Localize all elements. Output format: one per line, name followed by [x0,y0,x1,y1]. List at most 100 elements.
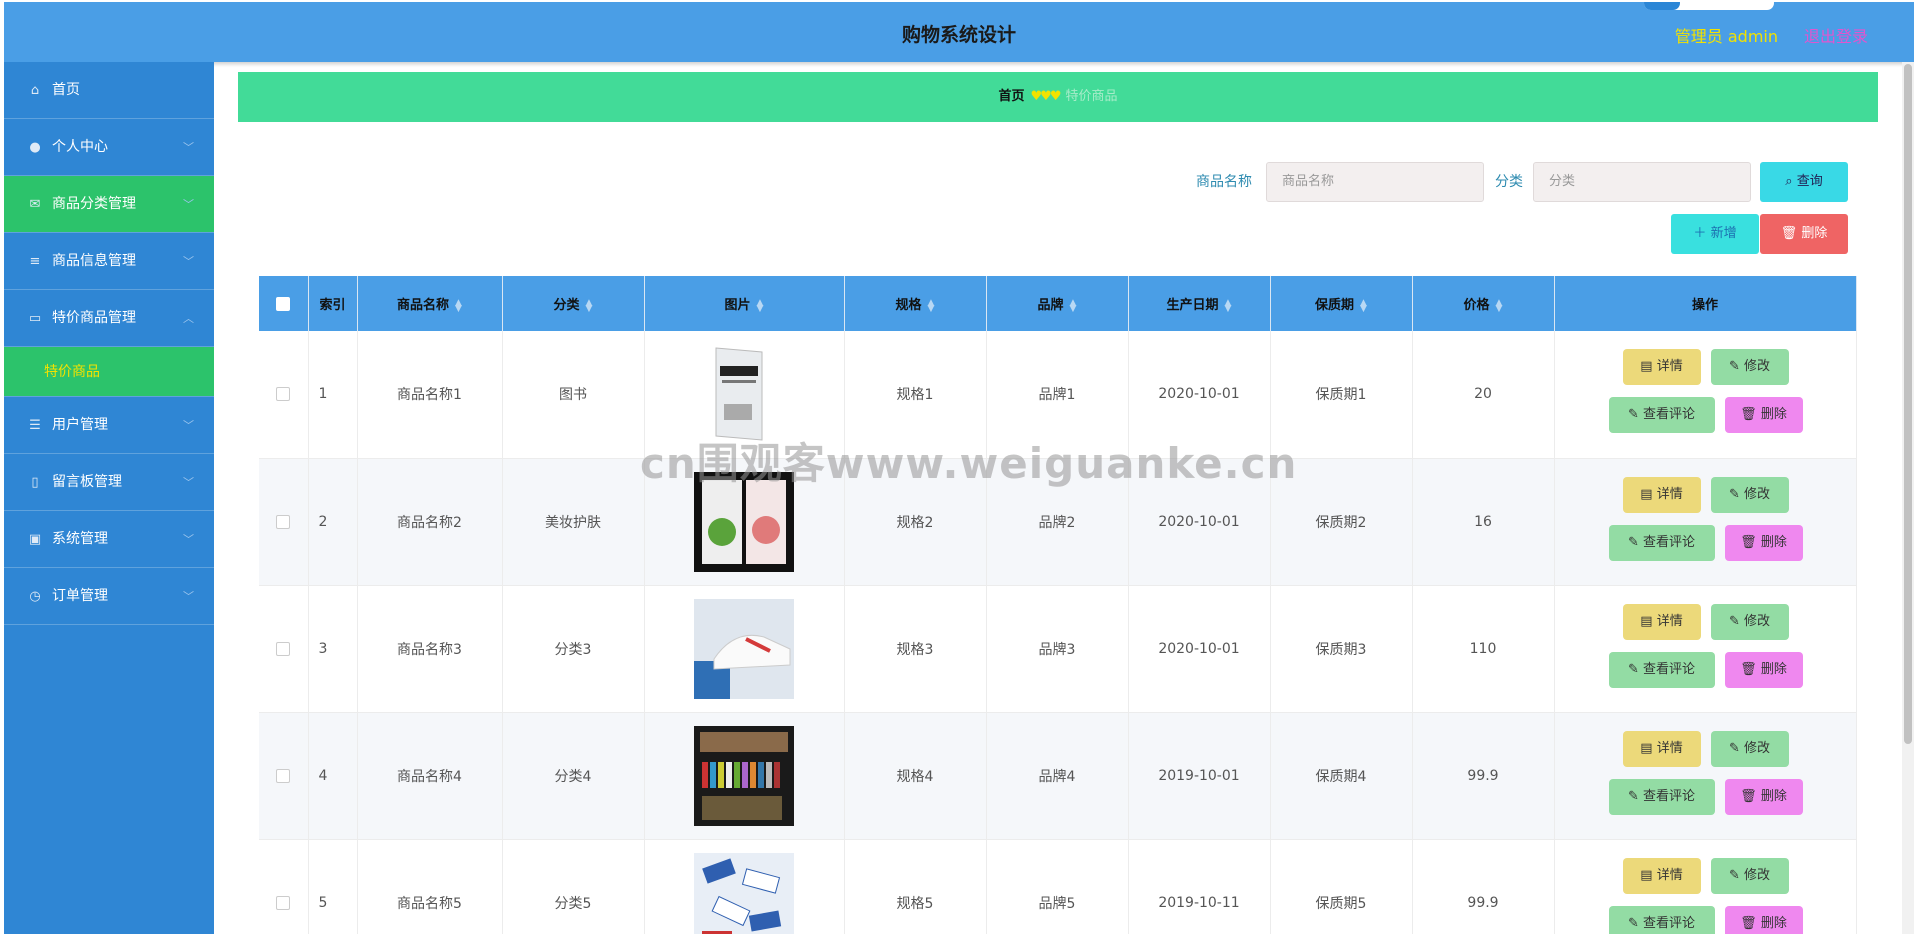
edit-button[interactable]: ✎ 修改 [1710,857,1789,894]
trash-icon: 🗑 [1740,534,1761,550]
edit-button[interactable]: ✎ 修改 [1710,476,1789,513]
mail-icon: ✉ [29,197,41,212]
pencil-icon: ✎ [1728,359,1744,374]
view-reviews-label: 查看评论 [1643,407,1696,422]
date-cell: 2019-10-11 [1128,839,1271,934]
sort-icon[interactable]: ▲ ▼ [586,298,593,313]
category-cell: 分类5 [502,839,645,934]
sidebar-item-product-info[interactable]: ≡ 商品信息管理 ﹀ [4,233,214,290]
row-select-cell[interactable] [259,839,309,934]
monitor-icon: ▭ [28,311,42,326]
product-name-cell: 商品名称2 [357,458,503,586]
user-icon: ● [29,140,41,155]
row-index: 5 [308,839,358,934]
sidebar-item-system[interactable]: ▣ 系统管理 ﹀ [4,511,214,568]
row-checkbox[interactable] [276,641,291,656]
sort-icon[interactable]: ▲ ▼ [757,298,764,313]
product-name-cell: 商品名称5 [357,839,503,934]
column-header-price[interactable]: 价格 ▲ ▼ [1412,276,1555,331]
sort-icon[interactable]: ▲ ▼ [1225,298,1232,313]
query-button[interactable]: ⌕ 查询 [1760,162,1848,202]
add-button-label: 新增 [1710,226,1737,241]
name-search-input[interactable]: 商品名称 [1266,162,1484,202]
column-header-label: 规格 [895,298,922,313]
logout-link[interactable]: 退出登录 [1804,23,1868,47]
sidebar-item-home[interactable]: ⌂ 首页 [4,62,214,119]
breadcrumb-current: 特价商品 [1065,89,1118,104]
spec-cell: 规格5 [844,839,987,934]
row-delete-button[interactable]: 🗑 删除 [1724,651,1803,688]
detail-button-label: 详情 [1656,740,1683,756]
row-select-cell[interactable] [259,458,309,586]
sidebar-item-category[interactable]: ✉ 商品分类管理 ﹀ [4,176,214,233]
column-header-category[interactable]: 分类 ▲ ▼ [502,276,645,331]
detail-button[interactable]: ▤ 详情 [1622,349,1701,385]
sort-icon[interactable]: ▲ ▼ [1070,298,1077,313]
actions-cell: ▤ 详情 ✎ 修改 ✎ 查看评论 🗑 删除 [1554,585,1857,713]
view-reviews-button[interactable]: ✎ 查看评论 [1608,524,1715,561]
microphone-icon: ▯ [31,475,39,490]
sidebar-item-orders[interactable]: ◷ 订单管理 ﹀ [4,568,214,625]
view-reviews-button[interactable]: ✎ 查看评论 [1608,397,1715,433]
row-select-cell[interactable] [259,712,309,840]
sort-icon[interactable]: ▲ ▼ [928,298,935,313]
row-checkbox[interactable] [276,768,291,783]
sidebar-item-users[interactable]: ☰ 用户管理 ﹀ [4,397,214,454]
edit-button[interactable]: ✎ 修改 [1710,349,1789,385]
scrollbar-thumb[interactable] [1904,64,1912,744]
category-cell: 分类3 [502,585,645,713]
column-header-brand[interactable]: 品牌 ▲ ▼ [986,276,1129,331]
detail-button[interactable]: ▤ 详情 [1622,476,1701,513]
add-button[interactable]: ＋ 新增 [1671,214,1759,254]
vertical-scrollbar[interactable] [1902,62,1914,934]
price-cell: 16 [1412,458,1555,586]
edit-button[interactable]: ✎ 修改 [1710,603,1789,640]
view-reviews-button[interactable]: ✎ 查看评论 [1608,905,1715,934]
select-all-header[interactable] [259,276,309,331]
shelf-life-cell: 保质期4 [1270,712,1413,840]
row-delete-button[interactable]: 🗑 删除 [1724,524,1803,561]
sidebar-item-messages[interactable]: ▯ 留言板管理 ﹀ [4,454,214,511]
detail-button[interactable]: ▤ 详情 [1622,603,1701,640]
breadcrumb: 首页 ♥♥♥ 特价商品 [238,72,1878,122]
edit-button[interactable]: ✎ 修改 [1710,730,1789,767]
column-header-spec[interactable]: 规格 ▲ ▼ [844,276,987,331]
detail-button[interactable]: ▤ 详情 [1622,857,1701,894]
view-reviews-button[interactable]: ✎ 查看评论 [1608,651,1715,688]
row-delete-button[interactable]: 🗑 删除 [1724,778,1803,815]
view-reviews-label: 查看评论 [1643,661,1696,677]
pencil-icon: ✎ [1627,661,1643,677]
row-checkbox[interactable] [276,387,291,402]
actions-cell: ▤ 详情 ✎ 修改 ✎ 查看评论 🗑 删除 [1554,331,1857,459]
row-checkbox[interactable] [276,514,291,529]
row-select-cell[interactable] [259,585,309,713]
column-header-date[interactable]: 生产日期 ▲ ▼ [1128,276,1271,331]
column-header-actions: 操作 [1554,276,1857,331]
row-delete-button[interactable]: 🗑 删除 [1724,397,1803,433]
product-image-candy[interactable] [694,852,794,935]
detail-button[interactable]: ▤ 详情 [1622,730,1701,767]
edit-button-label: 修改 [1744,613,1771,629]
row-select-cell[interactable] [259,331,309,459]
column-header-image[interactable]: 图片 ▲ ▼ [644,276,845,331]
sidebar-item-special[interactable]: ▭ 特价商品管理 ︿ [4,290,214,347]
view-reviews-label: 查看评论 [1643,534,1696,550]
sort-icon[interactable]: ▲ ▼ [1496,298,1503,313]
breadcrumb-home[interactable]: 首页 [999,89,1025,104]
column-header-name[interactable]: 商品名称 ▲ ▼ [357,276,503,331]
sort-icon[interactable]: ▲ ▼ [1360,298,1367,313]
bulk-delete-button[interactable]: 🗑 删除 [1760,214,1848,254]
row-delete-button[interactable]: 🗑 删除 [1724,905,1803,934]
sidebar-item-profile[interactable]: ● 个人中心 ﹀ [4,119,214,176]
column-header-shelf-life[interactable]: 保质期 ▲ ▼ [1270,276,1413,331]
sort-icon[interactable]: ▲ ▼ [455,298,462,313]
product-image-bookshelf[interactable] [694,725,794,826]
view-reviews-button[interactable]: ✎ 查看评论 [1608,778,1715,815]
top-header: 购物系统设计 管理员 admin 退出登录 [4,2,1914,62]
submenu-item-special-goods[interactable]: 特价商品 [4,347,214,397]
category-search-input[interactable]: 分类 [1533,162,1751,202]
product-image-shoes[interactable] [694,598,794,699]
list-icon: ≡ [29,254,41,269]
select-all-checkbox[interactable] [276,296,291,311]
row-checkbox[interactable] [276,895,291,910]
